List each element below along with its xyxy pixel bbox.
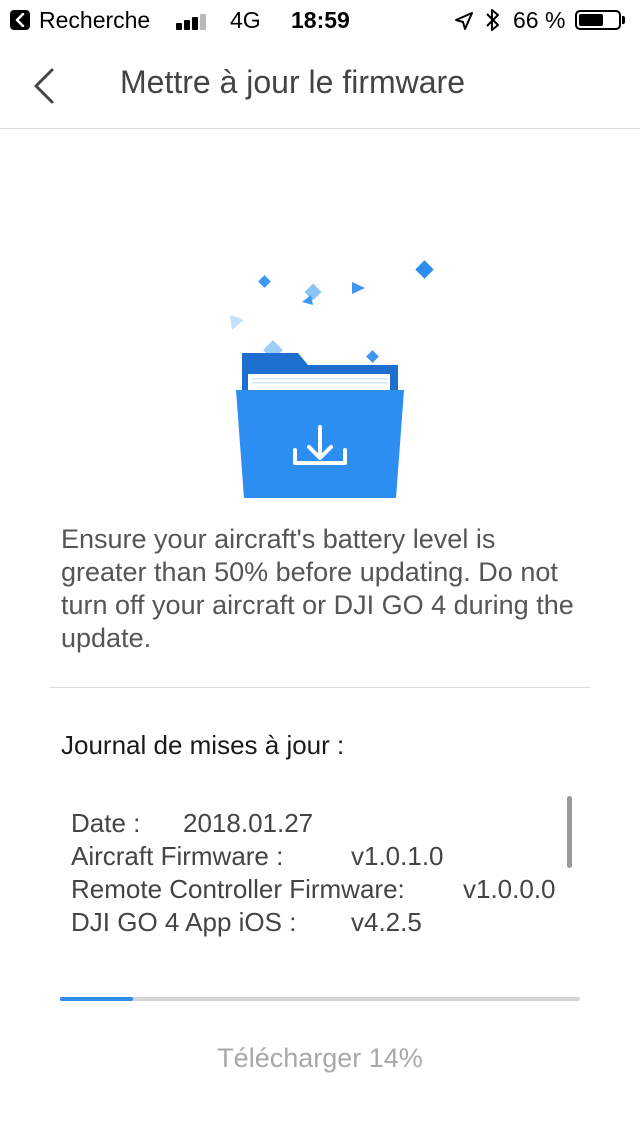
signal-bar — [176, 23, 182, 30]
battery-level-fill — [579, 14, 603, 26]
firmware-update-screen: Recherche 4G 18:59 66 % Mettre à jour le… — [0, 0, 640, 1136]
bluetooth-icon — [486, 9, 499, 31]
particle-diamond — [258, 275, 271, 288]
status-bar: Recherche 4G 18:59 66 % — [0, 0, 640, 40]
particle-diamond — [304, 283, 322, 301]
battery-percent: 66 % — [513, 7, 566, 33]
changelog-scroll-area[interactable]: Date : 2018.01.27 Aircraft Firmware : v1… — [71, 800, 571, 952]
back-button[interactable] — [20, 58, 70, 110]
changelog-row: DJI GO 4 App iOS : v4.2.5 — [71, 899, 571, 937]
battery-icon — [575, 10, 621, 30]
signal-bar — [192, 17, 198, 30]
section-divider — [50, 687, 590, 688]
particle-diamond — [366, 350, 379, 363]
download-status-label: Télécharger 14% — [217, 1043, 423, 1073]
download-progress-fill — [60, 997, 133, 1001]
battery-tip — [622, 16, 625, 24]
changelog-title: Journal de mises à jour : — [61, 730, 345, 760]
particle-triangle — [352, 282, 365, 294]
download-progress-bar — [60, 997, 580, 1001]
chevron-left-icon — [34, 68, 54, 104]
changelog-row: Aircraft Firmware : v1.0.1.0 — [71, 833, 571, 871]
changelog-key: DJI GO 4 App iOS : — [71, 907, 297, 937]
back-to-app-icon[interactable] — [10, 10, 30, 30]
page-title: Mettre à jour le firmware — [120, 64, 465, 100]
navigation-bar: Mettre à jour le firmware — [0, 40, 640, 129]
particle-triangle — [230, 315, 244, 330]
changelog-row: Date : 2018.01.27 — [71, 800, 571, 838]
signal-bar — [184, 20, 190, 30]
folder-download-icon — [230, 260, 434, 498]
location-arrow-icon — [455, 12, 473, 30]
signal-bar — [200, 14, 206, 30]
changelog-row: Remote Controller Firmware: v1.0.0.0 — [71, 866, 571, 904]
clock: 18:59 — [291, 7, 350, 33]
changelog-value: v4.2.5 — [351, 907, 422, 937]
network-type: 4G — [230, 7, 261, 33]
back-to-app-label[interactable]: Recherche — [39, 7, 150, 34]
signal-strength-icon — [176, 12, 210, 30]
changelog-scrollbar[interactable] — [567, 796, 572, 868]
battery-warning-text: Ensure your aircraft's battery level is … — [61, 524, 574, 653]
particle-diamond — [415, 260, 434, 279]
